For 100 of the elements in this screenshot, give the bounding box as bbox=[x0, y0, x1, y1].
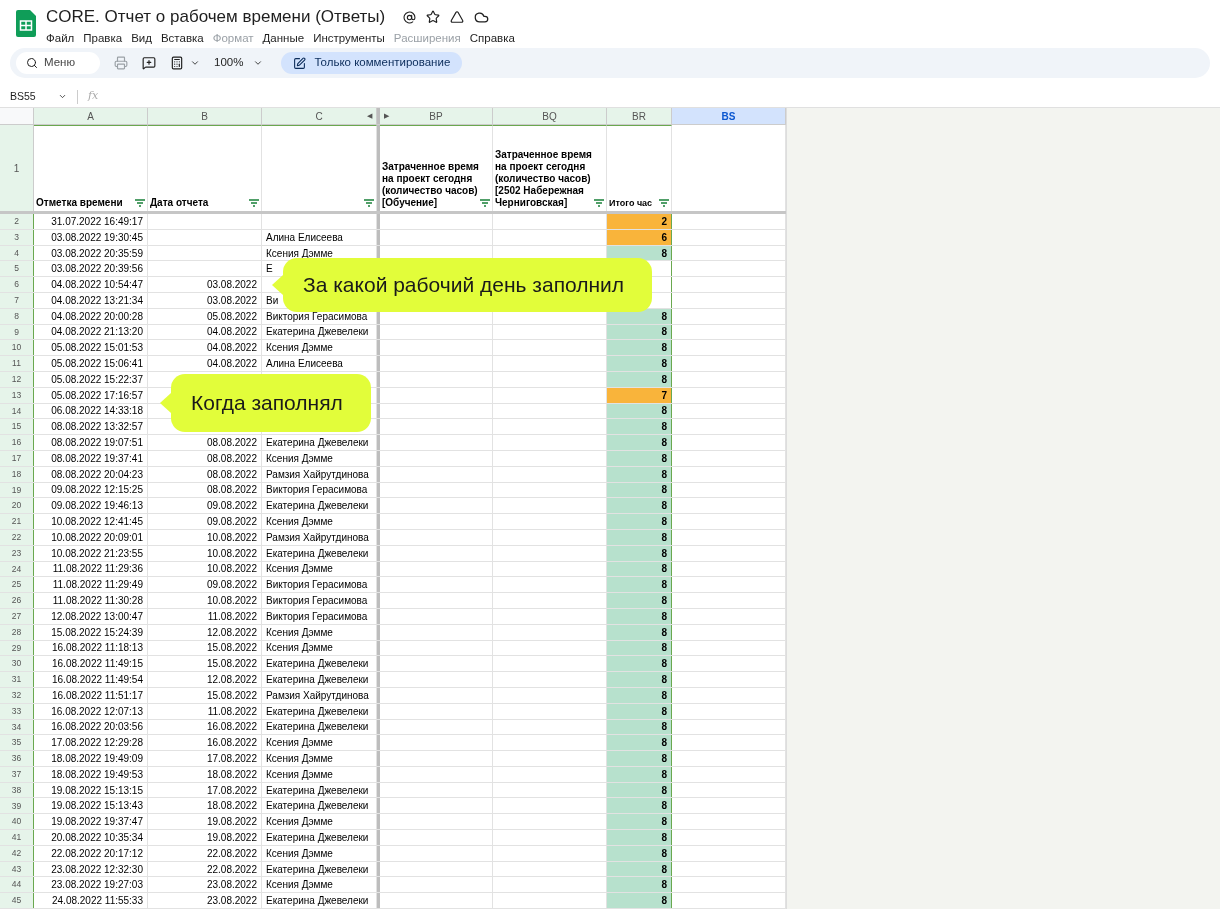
table-cell-text: 10.08.2022 bbox=[206, 594, 257, 609]
at-sign-icon[interactable] bbox=[403, 10, 417, 24]
menu-item[interactable]: Правка bbox=[83, 30, 123, 48]
triangle-icon[interactable] bbox=[450, 10, 465, 24]
total-value: 8 bbox=[661, 704, 667, 719]
row-number[interactable]: 6 bbox=[0, 277, 34, 292]
total-value: 6 bbox=[661, 230, 667, 245]
menu-item[interactable]: Справка bbox=[469, 30, 515, 48]
total-value: 2 bbox=[661, 214, 667, 229]
filter-icon[interactable] bbox=[480, 199, 490, 207]
table-cell-text: Ви bbox=[266, 293, 279, 308]
menu-item[interactable]: Вид bbox=[131, 30, 152, 48]
menu-item[interactable]: Данные bbox=[262, 30, 305, 48]
search-icon[interactable] bbox=[26, 57, 38, 69]
table-cell-text: Ксения Дэмме bbox=[266, 878, 333, 893]
row-number[interactable]: 11 bbox=[0, 356, 34, 371]
name-box[interactable]: BS55 bbox=[0, 88, 58, 105]
add-comment-icon[interactable] bbox=[142, 56, 156, 70]
table-cell-text: 16.08.2022 11:49:15 bbox=[52, 657, 143, 672]
total-value: 8 bbox=[661, 467, 667, 482]
row-number[interactable]: 26 bbox=[0, 593, 34, 608]
callout-pointer bbox=[160, 393, 171, 413]
row-number[interactable]: 45 bbox=[0, 893, 34, 909]
table-cell-text: 18.08.2022 19:49:53 bbox=[51, 767, 143, 782]
table-cell-text: Ксения Дэмме bbox=[266, 562, 333, 577]
row-number[interactable]: 35 bbox=[0, 735, 34, 751]
table-cell-text: 03.08.2022 20:35:59 bbox=[51, 246, 143, 261]
table-cell-text: 03.08.2022 19:30:45 bbox=[51, 230, 143, 245]
caret-icon[interactable] bbox=[253, 58, 264, 68]
filter-icon[interactable] bbox=[249, 199, 259, 207]
menu-item[interactable]: Файл bbox=[46, 30, 75, 48]
table-cell-text: 05.08.2022 15:06:41 bbox=[51, 357, 143, 372]
table-cell-text: 04.08.2022 bbox=[206, 357, 257, 372]
total-value: 8 bbox=[661, 515, 667, 530]
filter-icon[interactable] bbox=[364, 199, 374, 207]
filter-icon[interactable] bbox=[659, 199, 669, 207]
table-cell-text: 09.08.2022 19:46:13 bbox=[51, 499, 143, 514]
table-cell-text: 19.08.2022 bbox=[206, 831, 257, 845]
filter-icon[interactable] bbox=[594, 199, 604, 207]
row-number[interactable]: 20 bbox=[0, 498, 34, 514]
table-cell-text: 09.08.2022 12:15:25 bbox=[51, 483, 143, 498]
total-value: 8 bbox=[661, 894, 667, 909]
row-number[interactable]: 30 bbox=[0, 656, 34, 672]
row-number[interactable]: 36 bbox=[0, 751, 34, 766]
document-title[interactable]: CORE. Отчет о рабочем времени (Ответы) bbox=[46, 8, 386, 26]
row-number[interactable]: 31 bbox=[0, 672, 34, 687]
table-cell-text: Екатерина Джевелеки bbox=[266, 783, 369, 798]
column-header[interactable]: BQ bbox=[493, 108, 607, 124]
row-number[interactable]: 16 bbox=[0, 435, 34, 450]
print-icon[interactable] bbox=[114, 56, 128, 70]
total-value: 8 bbox=[661, 752, 667, 766]
row-number[interactable]: 2 bbox=[0, 214, 34, 229]
table-cell-text: 04.08.2022 bbox=[206, 325, 257, 340]
row-number[interactable]: 21 bbox=[0, 514, 34, 529]
table-cell-text: Екатерина Джевелеки bbox=[266, 894, 369, 909]
column-header[interactable]: BS bbox=[672, 108, 786, 124]
comment-only-button[interactable]: Только комментирование bbox=[281, 52, 463, 74]
table-cell-text: 19.08.2022 15:13:15 bbox=[51, 783, 143, 798]
total-value: 8 bbox=[661, 736, 667, 751]
table-cell-text: 10.08.2022 bbox=[206, 562, 257, 577]
row-number[interactable]: 25 bbox=[0, 577, 34, 593]
table-cell-text: 18.08.2022 19:49:09 bbox=[51, 752, 143, 766]
table-cell-text: Екатерина Джевелеки bbox=[266, 831, 369, 845]
row-number[interactable]: 5 bbox=[0, 261, 34, 277]
menu-item[interactable]: Инструменты bbox=[313, 30, 385, 48]
table-cell-text: Виктория Герасимова bbox=[266, 578, 368, 593]
table-cell-text: 18.08.2022 bbox=[206, 767, 257, 782]
filter-icon[interactable] bbox=[135, 199, 145, 207]
zoom-value[interactable]: 100% bbox=[214, 54, 244, 72]
table-cell-text: 11.08.2022 bbox=[207, 704, 257, 719]
star-icon[interactable] bbox=[426, 10, 441, 24]
row-number[interactable]: 10 bbox=[0, 340, 34, 356]
table-cell-text: Екатерина Джевелеки bbox=[266, 499, 369, 514]
column-header[interactable]: A bbox=[34, 108, 148, 124]
row-number[interactable]: 44 bbox=[0, 877, 34, 893]
cloud-icon[interactable] bbox=[474, 9, 490, 25]
row-number[interactable]: 41 bbox=[0, 830, 34, 845]
table-cell-text: Екатерина Джевелеки bbox=[266, 325, 369, 340]
table-cell-text: 12.08.2022 bbox=[206, 673, 257, 687]
caret-icon[interactable] bbox=[58, 92, 67, 101]
table-cell-text: Екатерина Джевелеки bbox=[266, 546, 369, 561]
column-header[interactable]: BR bbox=[607, 108, 672, 124]
table-cell-text: 15.08.2022 bbox=[206, 641, 257, 656]
table-cell-text: Екатерина Джевелеки bbox=[266, 720, 369, 735]
total-value: 8 bbox=[661, 420, 667, 435]
total-value: 7 bbox=[661, 388, 667, 403]
total-value: 8 bbox=[661, 578, 667, 593]
row-number[interactable]: 40 bbox=[0, 814, 34, 830]
spreadsheet-logo-icon[interactable] bbox=[16, 10, 36, 37]
table-cell-text: Алина Елисеева bbox=[266, 230, 343, 245]
column-header[interactable]: B bbox=[148, 108, 262, 124]
total-value: 8 bbox=[661, 767, 667, 782]
row-number[interactable]: 15 bbox=[0, 419, 34, 435]
row-number[interactable]: 1 bbox=[0, 125, 34, 211]
menu-item[interactable]: Вставка bbox=[160, 30, 204, 48]
table-cell-text: 23.08.2022 12:32:30 bbox=[51, 862, 143, 877]
calculator-icon[interactable] bbox=[170, 56, 184, 70]
row-number[interactable]: 39 bbox=[0, 798, 34, 814]
caret-icon[interactable] bbox=[190, 58, 200, 68]
menu-search-field[interactable]: Меню bbox=[16, 52, 100, 74]
